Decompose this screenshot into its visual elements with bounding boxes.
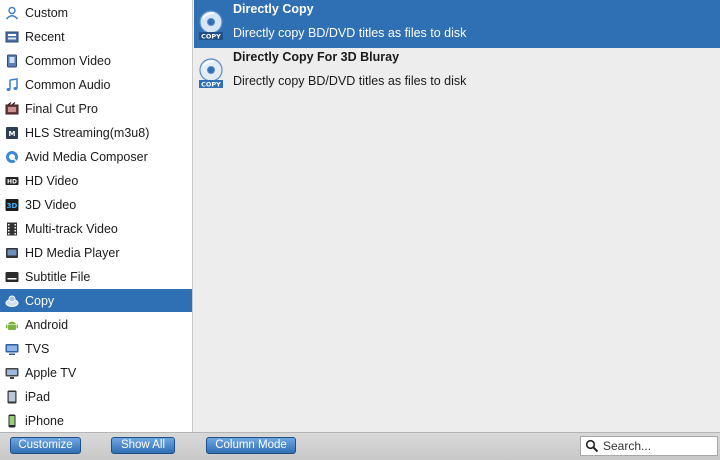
sidebar-item-label: Custom <box>25 5 69 20</box>
sidebar-item-common-audio[interactable]: Common Audio <box>0 73 192 96</box>
sidebar-item-label: HD Media Player <box>25 245 120 260</box>
sidebar-item-ipad[interactable]: iPad <box>0 385 192 408</box>
category-sidebar[interactable]: Custom Recent Common Video Common Audio … <box>0 0 193 432</box>
sidebar-item-hls-streaming[interactable]: M HLS Streaming(m3u8) <box>0 121 192 144</box>
hd-icon: HD <box>5 174 19 188</box>
sidebar-item-label: Apple TV <box>25 365 77 380</box>
svg-text:HD: HD <box>7 178 17 185</box>
sidebar-item-label: Android <box>25 317 69 332</box>
bottom-toolbar: Customize Show All Column Mode <box>0 432 720 460</box>
sidebar-item-label: Common Video <box>25 53 111 68</box>
svg-text:3D: 3D <box>7 202 18 210</box>
sidebar-item-label: Common Audio <box>25 77 111 92</box>
recent-icon <box>5 30 19 44</box>
music-note-icon <box>5 77 19 92</box>
format-title: Directly Copy For 3D Bluray <box>233 50 400 64</box>
copy-badge-text: COPY <box>201 81 221 89</box>
disc-copy-3d-icon: COPY <box>197 57 227 89</box>
column-mode-button[interactable]: Column Mode <box>206 437 296 454</box>
sidebar-item-label: Subtitle File <box>25 269 91 284</box>
format-item-directly-copy[interactable]: COPY Directly Copy Directly copy BD/DVD … <box>194 0 720 48</box>
copy-badge-text: COPY <box>201 33 221 41</box>
search-input[interactable] <box>603 439 713 453</box>
sidebar-item-label: HD Video <box>25 173 79 188</box>
sidebar-item-final-cut-pro[interactable]: Final Cut Pro <box>0 97 192 120</box>
sidebar-item-hd-video[interactable]: HD HD Video <box>0 169 192 192</box>
format-list: COPY Directly Copy Directly copy BD/DVD … <box>194 0 720 432</box>
sidebar-item-android[interactable]: Android <box>0 313 192 336</box>
profile-picker-window: Custom Recent Common Video Common Audio … <box>0 0 720 460</box>
apple-tv-icon <box>5 366 19 380</box>
media-player-icon <box>5 246 19 260</box>
sidebar-item-3d-video[interactable]: 3D 3D Video <box>0 193 192 216</box>
sidebar-item-label: Final Cut Pro <box>25 101 98 116</box>
sidebar-item-iphone[interactable]: iPhone <box>0 409 192 432</box>
sidebar-item-copy[interactable]: Copy <box>0 289 192 312</box>
android-icon <box>5 318 19 332</box>
ipad-icon <box>5 390 19 404</box>
video-file-icon <box>5 54 19 68</box>
sidebar-item-label: 3D Video <box>25 197 77 212</box>
sidebar-item-subtitle-file[interactable]: Subtitle File <box>0 265 192 288</box>
customize-button[interactable]: Customize <box>10 437 81 454</box>
subtitle-icon <box>5 270 19 284</box>
sidebar-item-multi-track-video[interactable]: Multi-track Video <box>0 217 192 240</box>
sidebar-item-custom[interactable]: Custom <box>0 1 192 24</box>
sidebar-item-hd-media-player[interactable]: HD Media Player <box>0 241 192 264</box>
svg-text:M: M <box>9 130 16 138</box>
tv-icon <box>5 342 19 356</box>
sidebar-item-label: Avid Media Composer <box>25 149 148 164</box>
sidebar-item-label: Copy <box>25 293 55 308</box>
person-icon <box>5 6 19 20</box>
hls-streaming-icon: M <box>5 126 19 140</box>
search-box[interactable] <box>580 436 718 456</box>
avid-icon <box>5 150 19 164</box>
sidebar-item-common-video[interactable]: Common Video <box>0 49 192 72</box>
sidebar-item-avid-media-composer[interactable]: Avid Media Composer <box>0 145 192 168</box>
sidebar-item-label: iPad <box>25 389 51 404</box>
sidebar-item-label: HLS Streaming(m3u8) <box>25 125 150 140</box>
sidebar-item-label: iPhone <box>25 413 64 428</box>
format-description: Directly copy BD/DVD titles as files to … <box>233 26 467 40</box>
sidebar-item-label: Recent <box>25 29 65 44</box>
disc-copy-icon: COPY <box>197 9 227 41</box>
final-cut-icon <box>5 101 19 116</box>
iphone-icon <box>5 414 19 428</box>
format-description: Directly copy BD/DVD titles as files to … <box>233 74 467 88</box>
search-icon <box>585 439 599 453</box>
sidebar-item-tvs[interactable]: TVS <box>0 337 192 360</box>
sidebar-item-label: Multi-track Video <box>25 221 118 236</box>
sidebar-item-label: TVS <box>25 341 50 356</box>
show-all-button[interactable]: Show All <box>111 437 175 454</box>
copy-disc-icon <box>5 294 19 308</box>
film-strip-icon <box>5 222 19 236</box>
format-item-directly-copy-3d-bluray[interactable]: COPY Directly Copy For 3D Bluray Directl… <box>194 48 720 96</box>
sidebar-item-apple-tv[interactable]: Apple TV <box>0 361 192 384</box>
3d-icon: 3D <box>5 198 19 212</box>
sidebar-item-recent[interactable]: Recent <box>0 25 192 48</box>
format-title: Directly Copy <box>233 2 314 16</box>
